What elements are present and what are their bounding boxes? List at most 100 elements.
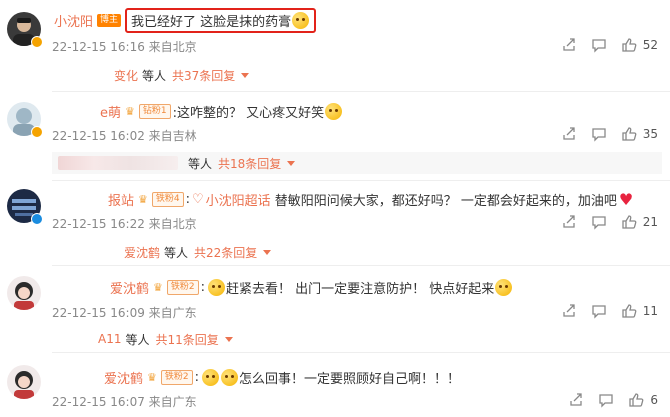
user-name[interactable]: 小沈阳 <box>54 11 93 30</box>
comment-text: 赶紧去看！ 出门一定要注意防护！ 快点好起来 <box>226 281 495 297</box>
comment-meta: 22-12-15 16:16 来自北京 <box>52 40 197 54</box>
reply-others: 等人 <box>125 332 150 347</box>
comment-button[interactable] <box>591 303 607 319</box>
like-icon <box>622 127 637 141</box>
share-button[interactable] <box>561 37 577 53</box>
comment-text: 替敏阳阳问候大家，都还好吗？ 一定都会好起来的，加油吧 <box>274 193 617 209</box>
avatar[interactable] <box>7 365 41 399</box>
comment-meta: 22-12-15 16:22 来自北京 <box>52 217 197 231</box>
comment-item: 爱沈鹤 ♛ 铁粉2 : 赶紧去看！ 出门一定要注意防护！ 快点好起来 22-12… <box>0 266 670 352</box>
user-name[interactable]: 爱沈鹤 <box>104 368 143 387</box>
user-name[interactable]: 报站 <box>108 190 134 209</box>
worried-emoji-icon <box>495 278 513 296</box>
like-icon <box>622 215 637 229</box>
crying-emoji-icon <box>202 368 220 386</box>
comment-button[interactable] <box>591 214 607 230</box>
verified-badge-icon <box>31 213 43 225</box>
user-name[interactable]: e萌 <box>100 102 121 121</box>
share-button[interactable] <box>561 214 577 230</box>
blurred-user-name <box>54 370 104 384</box>
like-count: 11 <box>642 304 658 318</box>
share-icon <box>563 127 575 140</box>
reply-user-name[interactable]: 变化 <box>114 67 138 84</box>
like-icon <box>622 38 637 52</box>
highlighted-comment-text: 我已经好了 这脸是抹的药膏 <box>125 7 317 33</box>
share-button[interactable] <box>561 126 577 142</box>
fan-tag: 铁粉2 <box>160 369 193 385</box>
share-button[interactable] <box>561 303 577 319</box>
comment-item: 报站 ♛ 铁粉4 : ♡ 小沈阳超话 替敏阳阳问候大家，都还好吗？ 一定都会好起… <box>0 181 670 265</box>
like-count: 6 <box>650 393 658 407</box>
topic-link[interactable]: 小沈阳超话 <box>206 190 271 209</box>
like-button[interactable]: 52 <box>621 37 658 53</box>
like-icon <box>629 393 644 407</box>
fan-heart-icon: ♛ <box>138 192 148 206</box>
comment-icon <box>592 305 606 319</box>
laugh-cry-emoji-icon <box>292 11 310 29</box>
colon: : <box>200 279 206 295</box>
chevron-down-icon <box>241 72 250 78</box>
reply-total-link[interactable]: 共11条回复 <box>156 331 219 348</box>
comment-text: 我已经好了 这脸是抹的药膏 <box>131 14 292 30</box>
heart-emoji-icon: ♥ <box>618 189 634 209</box>
share-icon <box>570 393 583 406</box>
blogger-tag: 博主 <box>97 13 122 27</box>
reply-total-link[interactable]: 共22条回复 <box>194 244 257 261</box>
blurred-user-name <box>54 280 110 294</box>
blurred-reply-name <box>58 332 92 346</box>
like-count: 52 <box>642 38 658 52</box>
crying-emoji-icon <box>208 278 226 296</box>
comment-button[interactable] <box>591 37 607 53</box>
comment-button[interactable] <box>598 392 614 408</box>
chevron-down-icon <box>224 336 233 342</box>
crying-emoji-icon <box>221 368 239 386</box>
topic-icon: ♡ <box>192 191 204 207</box>
fan-heart-icon: ♛ <box>125 104 135 118</box>
reply-summary[interactable]: 变化 等人 共37条回复 <box>52 64 662 86</box>
colon: : <box>185 191 191 207</box>
share-button[interactable] <box>568 392 584 408</box>
reply-others: 等人 <box>188 156 213 171</box>
comment-button[interactable] <box>591 126 607 142</box>
user-name[interactable]: 爱沈鹤 <box>110 278 149 297</box>
avatar[interactable] <box>7 276 41 310</box>
share-icon <box>563 215 575 228</box>
chevron-down-icon <box>263 249 272 255</box>
reply-summary[interactable]: 爱沈鹤 等人 共22条回复 <box>52 241 662 263</box>
verified-badge-icon <box>31 126 43 138</box>
reply-summary[interactable]: 等人 共18条回复 <box>52 152 662 174</box>
blurred-user-name <box>54 192 108 206</box>
fan-heart-icon: ♛ <box>153 280 163 294</box>
comment-item: e萌 ♛ 钻粉1 :这咋整的？ 又心疼又好笑 22-12-15 16:02 来自… <box>0 92 670 180</box>
like-count: 21 <box>642 215 658 229</box>
comment-icon <box>599 394 614 408</box>
reply-user-name[interactable]: A11 <box>98 332 121 346</box>
chevron-down-icon <box>287 160 296 166</box>
colon: : <box>194 369 200 385</box>
like-button[interactable]: 35 <box>621 126 658 142</box>
fan-tag: 铁粉4 <box>151 191 184 207</box>
like-button[interactable]: 11 <box>621 303 658 319</box>
comment-item: 爱沈鹤 ♛ 铁粉2 : 怎么回事！一定要照顾好自己啊！！！ 22-12-15 1… <box>0 353 670 417</box>
comment-text: 怎么回事！一定要照顾好自己啊！！！ <box>239 371 461 387</box>
share-icon <box>563 38 575 51</box>
reply-others: 等人 <box>164 245 189 260</box>
reply-user-name[interactable]: 爱沈鹤 <box>124 244 160 261</box>
fan-tag: 钻粉1 <box>138 103 171 119</box>
comment-icon <box>592 216 606 230</box>
reply-total-link[interactable]: 共37条回复 <box>172 67 235 84</box>
like-button[interactable]: 21 <box>621 214 658 230</box>
comment-icon <box>592 39 606 53</box>
reply-summary[interactable]: A11 等人 共11条回复 <box>52 328 662 350</box>
fan-tag: 铁粉2 <box>166 279 199 295</box>
blurred-reply-name <box>58 245 118 259</box>
comment-meta: 22-12-15 16:02 来自吉林 <box>52 129 197 143</box>
verified-badge-icon <box>31 36 43 48</box>
like-button[interactable]: 6 <box>628 392 658 408</box>
share-icon <box>563 304 575 317</box>
fan-heart-icon: ♛ <box>147 370 157 384</box>
like-icon <box>622 304 637 318</box>
laugh-cry-emoji-icon <box>325 102 343 120</box>
reply-total-link[interactable]: 共18条回复 <box>218 155 281 172</box>
comment-meta: 22-12-15 16:07 来自广东 <box>52 395 197 409</box>
